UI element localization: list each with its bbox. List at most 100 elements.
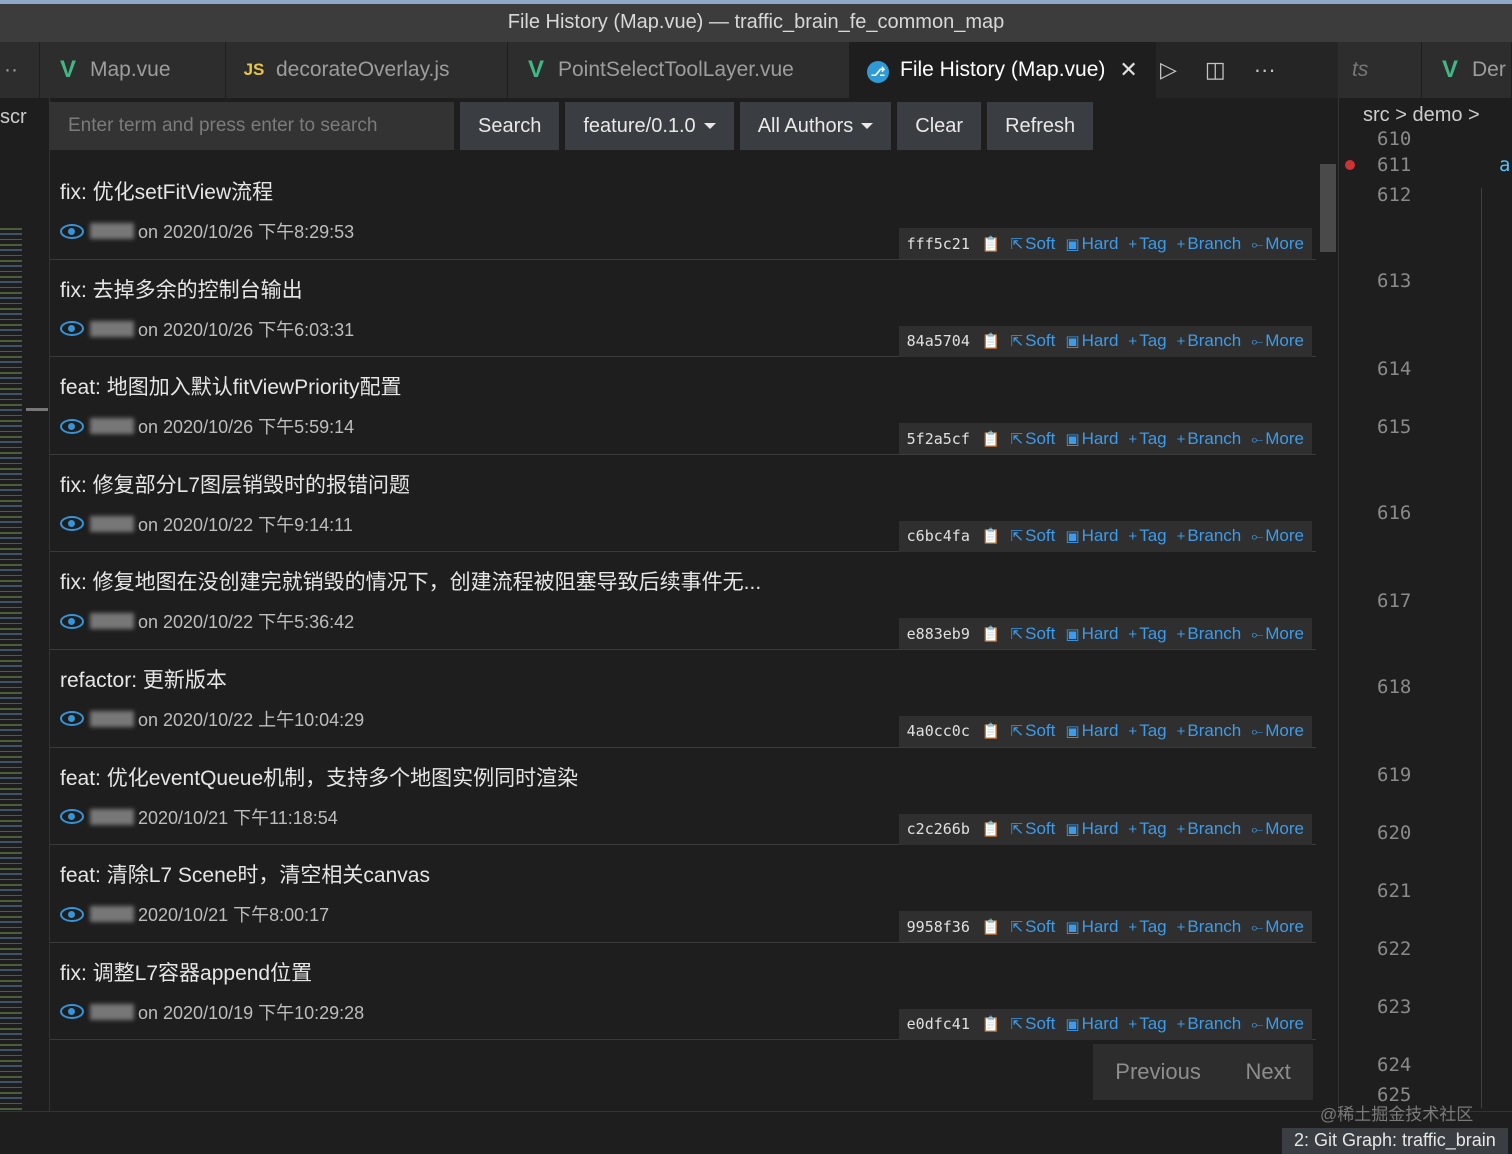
tag-button[interactable]: + Tag	[1128, 917, 1166, 937]
commit-message[interactable]: feat: 优化eventQueue机制，支持多个地图实例同时渲染	[60, 762, 578, 792]
commit-row[interactable]: fix: 修复地图在没创建完就销毁的情况下，创建流程被阻塞导致后续事件无... …	[50, 552, 1316, 650]
list-scrollbar[interactable]	[1320, 164, 1336, 252]
more-button[interactable]: ⟜ More	[1251, 429, 1304, 449]
commit-hash[interactable]: 9958f36	[907, 918, 970, 936]
eye-icon[interactable]	[60, 809, 84, 825]
previous-button[interactable]: Previous	[1115, 1059, 1201, 1085]
commit-row[interactable]: feat: 清除L7 Scene时，清空相关canvas 2020/10/21 …	[50, 845, 1316, 943]
branch-dropdown[interactable]: feature/0.1.0	[565, 102, 734, 150]
tag-button[interactable]: + Tag	[1128, 624, 1166, 644]
more-button[interactable]: ⟜ More	[1251, 234, 1304, 254]
soft-reset-button[interactable]: ⇱ Soft	[1011, 526, 1056, 546]
tag-button[interactable]: + Tag	[1128, 234, 1166, 254]
tab-file-history[interactable]: ⎇ File History (Map.vue) ✕	[850, 42, 1156, 98]
commit-row[interactable]: fix: 去掉多余的控制台输出 on 2020/10/26 下午6:03:31 …	[50, 260, 1316, 358]
commit-message[interactable]: feat: 地图加入默认fitViewPriority配置	[60, 371, 402, 401]
tab-point-select-tool-layer-vue[interactable]: V PointSelectToolLayer.vue	[508, 42, 850, 98]
commit-hash[interactable]: 84a5704	[907, 332, 970, 350]
commit-row[interactable]: fix: 调整L7容器append位置 on 2020/10/19 下午10:2…	[50, 943, 1316, 1041]
soft-reset-button[interactable]: ⇱ Soft	[1011, 721, 1056, 741]
hard-reset-button[interactable]: ▣ Hard	[1065, 526, 1118, 546]
code-text[interactable]: asy	[1499, 154, 1512, 176]
tab-map-vue[interactable]: V Map.vue	[40, 42, 226, 98]
tab-der[interactable]: V Der	[1422, 42, 1512, 98]
more-button[interactable]: ⟜ More	[1251, 624, 1304, 644]
hard-reset-button[interactable]: ▣ Hard	[1065, 624, 1118, 644]
hard-reset-button[interactable]: ▣ Hard	[1065, 429, 1118, 449]
branch-button[interactable]: + Branch	[1177, 819, 1242, 839]
git-graph-status[interactable]: 2: Git Graph: traffic_brain	[1282, 1128, 1508, 1154]
branch-button[interactable]: + Branch	[1177, 624, 1242, 644]
copy-icon[interactable]: 📋	[982, 820, 1001, 838]
branch-button[interactable]: + Branch	[1177, 331, 1242, 351]
soft-reset-button[interactable]: ⇱ Soft	[1011, 234, 1056, 254]
tag-button[interactable]: + Tag	[1128, 429, 1166, 449]
authors-dropdown[interactable]: All Authors	[739, 102, 892, 150]
hard-reset-button[interactable]: ▣ Hard	[1065, 234, 1118, 254]
copy-icon[interactable]: 📋	[982, 625, 1001, 643]
next-button[interactable]: Next	[1245, 1059, 1290, 1085]
branch-button[interactable]: + Branch	[1177, 234, 1242, 254]
clear-button[interactable]: Clear	[897, 102, 982, 150]
breakpoint-icon[interactable]	[1345, 160, 1355, 170]
commit-message[interactable]: feat: 清除L7 Scene时，清空相关canvas	[60, 859, 430, 889]
more-button[interactable]: ⟜ More	[1251, 819, 1304, 839]
more-actions-icon[interactable]: ···	[1254, 57, 1276, 83]
tag-button[interactable]: + Tag	[1128, 331, 1166, 351]
commit-hash[interactable]: 5f2a5cf	[907, 430, 970, 448]
tag-button[interactable]: + Tag	[1128, 819, 1166, 839]
branch-button[interactable]: + Branch	[1177, 429, 1242, 449]
commit-message[interactable]: fix: 修复部分L7图层销毁时的报错问题	[60, 469, 410, 499]
commit-row[interactable]: refactor: 更新版本 on 2020/10/22 上午10:04:29 …	[50, 650, 1316, 748]
search-input[interactable]	[50, 102, 454, 150]
refresh-button[interactable]: Refresh	[987, 102, 1094, 150]
eye-icon[interactable]	[60, 906, 84, 922]
commit-row[interactable]: fix: 优化setFitView流程 on 2020/10/26 下午8:29…	[50, 162, 1316, 260]
eye-icon[interactable]	[60, 321, 84, 337]
commit-hash[interactable]: 4a0cc0c	[907, 722, 970, 740]
more-button[interactable]: ⟜ More	[1251, 917, 1304, 937]
minimap-slider[interactable]	[26, 408, 48, 411]
eye-icon[interactable]	[60, 418, 84, 434]
soft-reset-button[interactable]: ⇱ Soft	[1011, 429, 1056, 449]
tag-button[interactable]: + Tag	[1128, 1014, 1166, 1034]
run-icon[interactable]: ▷	[1160, 57, 1177, 83]
search-button[interactable]: Search	[460, 102, 560, 150]
commit-message[interactable]: refactor: 更新版本	[60, 664, 227, 694]
soft-reset-button[interactable]: ⇱ Soft	[1011, 917, 1056, 937]
hard-reset-button[interactable]: ▣ Hard	[1065, 331, 1118, 351]
commit-row[interactable]: feat: 地图加入默认fitViewPriority配置 on 2020/10…	[50, 357, 1316, 455]
commit-hash[interactable]: e883eb9	[907, 625, 970, 643]
hard-reset-button[interactable]: ▣ Hard	[1065, 1014, 1118, 1034]
copy-icon[interactable]: 📋	[982, 1015, 1001, 1033]
commit-hash[interactable]: c2c266b	[907, 820, 970, 838]
tab-decorate-overlay-js[interactable]: JS decorateOverlay.js	[226, 42, 508, 98]
copy-icon[interactable]: 📋	[982, 332, 1001, 350]
split-editor-icon[interactable]: ◫	[1205, 57, 1226, 83]
breadcrumb[interactable]: src > demo >	[1363, 104, 1480, 127]
more-button[interactable]: ⟜ More	[1251, 526, 1304, 546]
copy-icon[interactable]: 📋	[982, 918, 1001, 936]
tag-button[interactable]: + Tag	[1128, 721, 1166, 741]
copy-icon[interactable]: 📋	[982, 722, 1001, 740]
eye-icon[interactable]	[60, 1004, 84, 1020]
tab-overflow[interactable]: ··	[0, 42, 40, 98]
eye-icon[interactable]	[60, 613, 84, 629]
copy-icon[interactable]: 📋	[982, 430, 1001, 448]
commit-hash[interactable]: c6bc4fa	[907, 527, 970, 545]
commit-message[interactable]: fix: 调整L7容器append位置	[60, 957, 312, 987]
soft-reset-button[interactable]: ⇱ Soft	[1011, 331, 1056, 351]
eye-icon[interactable]	[60, 223, 84, 239]
hard-reset-button[interactable]: ▣ Hard	[1065, 819, 1118, 839]
tag-button[interactable]: + Tag	[1128, 526, 1166, 546]
more-button[interactable]: ⟜ More	[1251, 721, 1304, 741]
commit-row[interactable]: fix: 修复部分L7图层销毁时的报错问题 on 2020/10/22 下午9:…	[50, 455, 1316, 553]
copy-icon[interactable]: 📋	[982, 527, 1001, 545]
branch-button[interactable]: + Branch	[1177, 917, 1242, 937]
commit-message[interactable]: fix: 修复地图在没创建完就销毁的情况下，创建流程被阻塞导致后续事件无...	[60, 566, 761, 596]
eye-icon[interactable]	[60, 516, 84, 532]
hard-reset-button[interactable]: ▣ Hard	[1065, 721, 1118, 741]
close-icon[interactable]: ✕	[1119, 57, 1137, 83]
copy-icon[interactable]: 📋	[982, 235, 1001, 253]
more-button[interactable]: ⟜ More	[1251, 331, 1304, 351]
